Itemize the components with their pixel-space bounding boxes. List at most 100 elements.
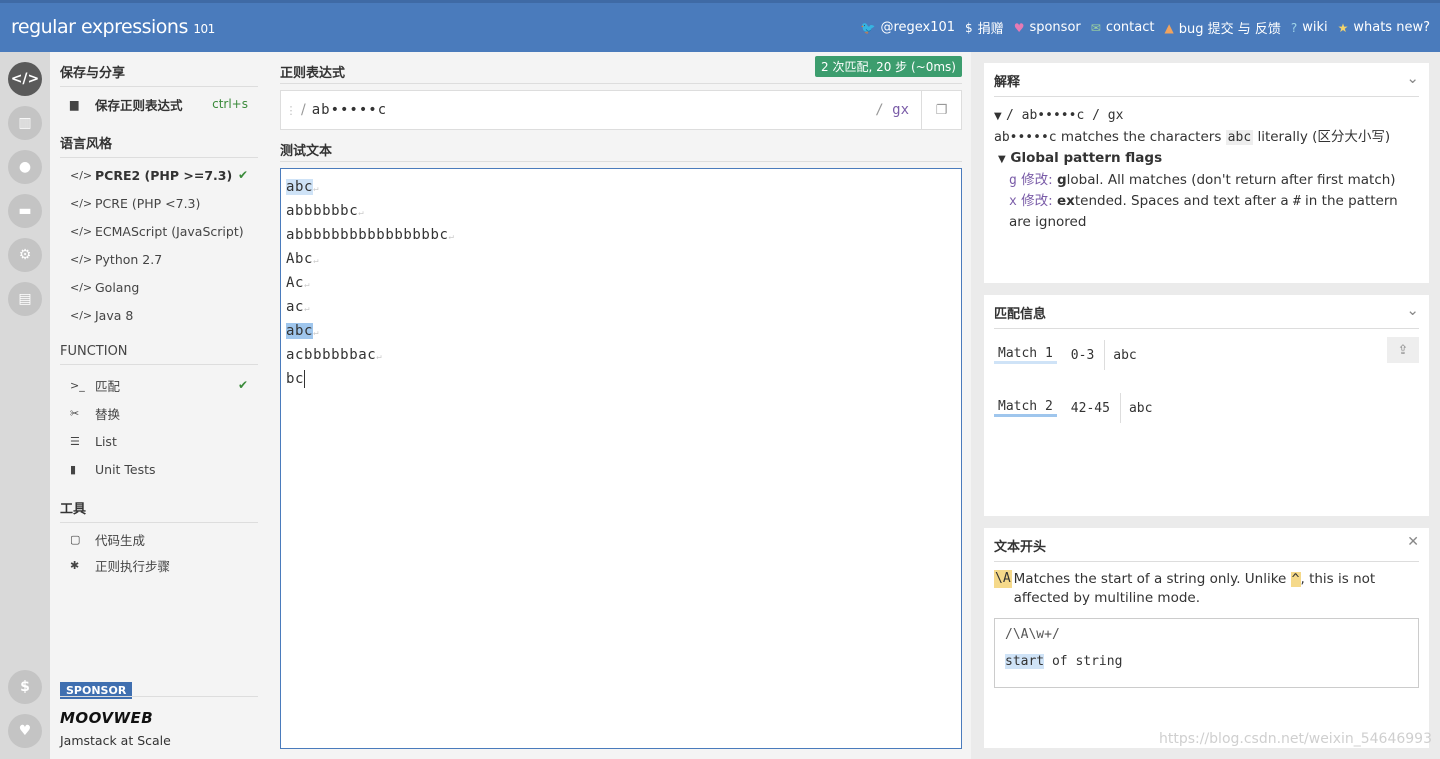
code-icon: </> bbox=[70, 196, 93, 210]
test-string-heading: 测试文本 bbox=[280, 140, 962, 162]
quick-reference-panel: 文本开头 ✕ \A Matches the start of a string … bbox=[984, 528, 1429, 748]
flavor-ecmascript[interactable]: </> ECMAScript (JavaScript) bbox=[70, 220, 258, 242]
sidebar: 保存与分享 ▆ 保存正则表达式 ctrl+s 语言风格 </> PCRE2 (PH… bbox=[50, 52, 270, 759]
test-line: abc↵ bbox=[286, 179, 320, 195]
flavor-java[interactable]: </> Java 8 bbox=[70, 304, 258, 326]
sponsor-heart-icon[interactable]: ♥ bbox=[8, 714, 42, 748]
function-substitution[interactable]: ✂ 替换 bbox=[70, 402, 258, 424]
reference-description: \A Matches the start of a string only. U… bbox=[994, 570, 1376, 606]
check-icon: ✔ bbox=[237, 378, 248, 392]
code-icon: </> bbox=[70, 308, 93, 322]
regex-flags[interactable]: / gx bbox=[875, 102, 909, 118]
explanation-root[interactable]: ▼ / ab•••••c / gx bbox=[994, 105, 1419, 127]
sponsor-tagline[interactable]: Jamstack at Scale bbox=[60, 733, 171, 748]
function-match[interactable]: >_ 匹配 ✔ bbox=[70, 374, 258, 396]
chevron-down-icon[interactable]: ⌄ bbox=[1406, 69, 1419, 87]
settings-icon[interactable]: ⚙ bbox=[8, 238, 42, 272]
test-line: bc bbox=[286, 370, 306, 388]
save-share-heading: 保存与分享 bbox=[60, 62, 258, 87]
heart-icon: ♥ bbox=[1013, 20, 1025, 35]
header-link-sponsor[interactable]: ♥ sponsor bbox=[1014, 18, 1081, 37]
code-icon: </> bbox=[70, 168, 93, 182]
twitter-icon: 🐦 bbox=[860, 20, 876, 35]
header-link-whats-new[interactable]: ★ whats new? bbox=[1338, 18, 1430, 37]
sponsor-logo[interactable]: MOOVWEB bbox=[60, 709, 153, 727]
drag-handle-icon: ⋮ bbox=[285, 103, 297, 117]
header-link-bug-report[interactable]: ▲ bug 提交 与 反馈 bbox=[1164, 18, 1280, 38]
match-count-badge: 2 次匹配, 20 步 (~0ms) bbox=[815, 56, 962, 77]
flags-node[interactable]: ▼ Global pattern flags bbox=[994, 148, 1419, 170]
function-list[interactable]: ☰ List bbox=[70, 430, 258, 452]
test-line: abc↵ bbox=[286, 323, 320, 339]
tool-code-generator[interactable]: ▢ 代码生成 bbox=[70, 528, 258, 550]
mail-icon: ✉ bbox=[1090, 20, 1101, 35]
chat-icon[interactable]: ▤ bbox=[8, 282, 42, 316]
header-link-twitter[interactable]: 🐦 @regex101 bbox=[860, 18, 955, 37]
explanation-token-row: ab•••••c matches the characters abc lite… bbox=[994, 129, 1391, 145]
header-link-contact[interactable]: ✉ contact bbox=[1091, 18, 1155, 37]
copy-icon[interactable]: ❐ bbox=[921, 91, 961, 129]
sponsor-divider bbox=[60, 696, 258, 697]
regex-heading: 正则表达式 2 次匹配, 20 步 (~0ms) bbox=[280, 56, 962, 84]
function-heading: FUNCTION bbox=[60, 344, 258, 365]
flag-x-row: x 修改: extended. Spaces and text after a … bbox=[1009, 193, 1398, 230]
editor-pane: 正则表达式 2 次匹配, 20 步 (~0ms) ⋮ / ab•••••c / … bbox=[270, 52, 971, 759]
library-icon[interactable]: ▥ bbox=[8, 106, 42, 140]
match-info-panel: 匹配信息 ⌄ ⇪ Match 1 0-3 abc Match 2 42-45 a… bbox=[984, 295, 1429, 516]
check-icon: ✔ bbox=[237, 168, 248, 182]
match-row[interactable]: Match 2 42-45 abc bbox=[994, 393, 1152, 423]
flavor-heading: 语言风格 bbox=[60, 133, 258, 158]
close-icon[interactable]: ✕ bbox=[1407, 534, 1419, 550]
flavor-pcre2[interactable]: </> PCRE2 (PHP >=7.3) ✔ bbox=[70, 164, 258, 186]
save-shortcut: ctrl+s bbox=[212, 97, 248, 111]
test-line: Ac↵ bbox=[286, 275, 311, 291]
list-icon: ☰ bbox=[70, 434, 80, 448]
whats-new-icon: ★ bbox=[1337, 20, 1349, 35]
test-tube-icon: ▮ bbox=[70, 462, 77, 476]
code-icon: </> bbox=[70, 252, 93, 266]
function-unit-tests[interactable]: ▮ Unit Tests bbox=[70, 458, 258, 480]
header-link-donate[interactable]: $ 捐赠 bbox=[965, 18, 1004, 38]
donate-icon[interactable]: $ bbox=[8, 670, 42, 704]
explanation-heading[interactable]: 解释 ⌄ bbox=[994, 69, 1419, 97]
warning-icon: ▲ bbox=[1164, 20, 1174, 35]
match-row[interactable]: Match 1 0-3 abc bbox=[994, 340, 1137, 370]
flag-g-row: g 修改: global. All matches (don't return … bbox=[1009, 172, 1396, 188]
test-line: abbbbbbc↵ bbox=[286, 203, 365, 219]
terminal-icon: >_ bbox=[70, 378, 85, 392]
regex-input[interactable]: ⋮ / ab•••••c / gx ❐ bbox=[280, 90, 962, 130]
top-bar: regular expressions 101 🐦 @regex101 $ 捐赠 ♥… bbox=[0, 0, 1440, 52]
header-link-wiki[interactable]: ? wiki bbox=[1291, 18, 1328, 37]
code-file-icon: ▢ bbox=[70, 532, 81, 546]
test-line: Abc↵ bbox=[286, 251, 320, 267]
test-string-input[interactable]: abc↵ abbbbbbc↵ abbbbbbbbbbbbbbbbc↵ Abc↵ … bbox=[280, 168, 962, 749]
tools-heading: 工具 bbox=[60, 498, 258, 523]
save-icon: ▆ bbox=[70, 97, 79, 111]
brand-name: regular expressions bbox=[11, 16, 188, 38]
chevron-down-icon[interactable]: ⌄ bbox=[1406, 301, 1419, 319]
flavor-pcre[interactable]: </> PCRE (PHP <7.3) bbox=[70, 192, 258, 214]
tool-regex-debugger[interactable]: ✱ 正则执行步骤 bbox=[70, 554, 258, 576]
export-icon[interactable]: ⇪ bbox=[1387, 337, 1419, 363]
example-text: start of string bbox=[1005, 654, 1123, 669]
test-line: acbbbbbbac↵ bbox=[286, 347, 383, 363]
scissors-icon: ✂ bbox=[70, 406, 80, 420]
regex-editor-icon[interactable]: </> bbox=[8, 62, 42, 96]
quiz-icon[interactable]: ▬ bbox=[8, 194, 42, 228]
match-info-heading[interactable]: 匹配信息 ⌄ bbox=[994, 301, 1419, 329]
regex-pattern[interactable]: ab•••••c bbox=[312, 102, 387, 118]
flavor-golang[interactable]: </> Golang bbox=[70, 276, 258, 298]
flavor-python[interactable]: </> Python 2.7 bbox=[70, 248, 258, 270]
text-cursor bbox=[304, 370, 306, 388]
dollar-icon: $ bbox=[965, 20, 973, 35]
bug-icon: ✱ bbox=[70, 558, 80, 572]
icon-rail: </> ▥ ● ▬ ⚙ ▤ $ ♥ bbox=[0, 52, 50, 759]
save-regex-button[interactable]: ▆ 保存正则表达式 ctrl+s bbox=[70, 93, 258, 115]
watermark: https://blog.csdn.net/weixin_54646993 bbox=[1158, 731, 1432, 747]
brand-logo[interactable]: regular expressions 101 bbox=[11, 16, 215, 38]
explanation-panel: 解释 ⌄ ▼ / ab•••••c / gx ab•••••c matches … bbox=[984, 63, 1429, 283]
header-links: 🐦 @regex101 $ 捐赠 ♥ sponsor ✉ contact ▲ bug 提交… bbox=[860, 18, 1430, 37]
account-icon[interactable]: ● bbox=[8, 150, 42, 184]
brand-suffix: 101 bbox=[193, 22, 215, 36]
code-icon: </> bbox=[70, 224, 93, 238]
